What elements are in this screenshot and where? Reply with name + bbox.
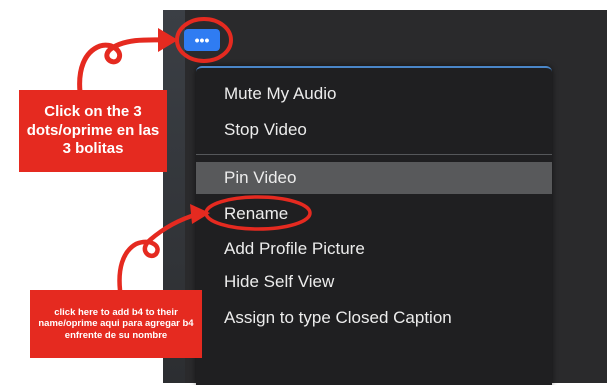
bottom-arrow-head bbox=[190, 204, 210, 224]
top-arrow-head bbox=[158, 28, 178, 52]
bottom-arrow-line bbox=[117, 211, 201, 293]
rename-highlight-circle bbox=[204, 195, 312, 231]
dots-highlight-circle bbox=[175, 17, 233, 63]
instruction-label-dots: Click on the 3 dots/oprime en las 3 boli… bbox=[19, 90, 167, 172]
top-arrow-line bbox=[77, 37, 173, 95]
instruction-label-rename: click here to add b4 to their name/oprim… bbox=[30, 290, 202, 358]
